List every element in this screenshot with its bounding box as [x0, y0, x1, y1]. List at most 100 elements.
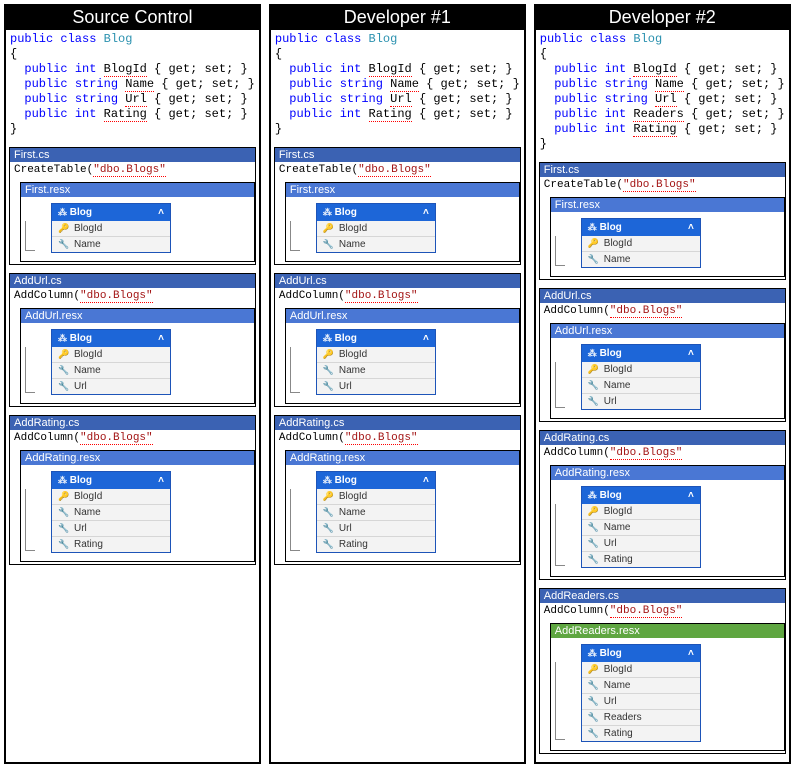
migration-resx-file: AddRating.resx⁂ Blog˄🔑BlogId🔧Name🔧Url🔧Ra…	[550, 465, 785, 577]
file-body: CreateTable("dbo.Blogs"	[275, 162, 520, 180]
file-titlebar: AddRating.resx	[21, 451, 254, 465]
column-name: BlogId	[604, 506, 632, 517]
code-block: public class Blog { public int BlogId { …	[271, 30, 524, 143]
file-titlebar: AddUrl.resx	[286, 309, 519, 323]
entity-name: Blog	[600, 648, 622, 659]
column-header: Developer #1	[271, 6, 524, 30]
wrench-icon: 🔧	[323, 365, 333, 376]
key-icon: 🔑	[58, 223, 68, 234]
resx-body: ⁂ Blog ˄ 🔑BlogId🔧Name🔧Url🔧Readers🔧Rating	[551, 638, 784, 750]
entity-body: 🔑BlogId🔧Name🔧Url	[52, 347, 170, 394]
column-name: Name	[74, 507, 101, 518]
migration-cs-file: AddUrl.csAddColumn("dbo.Blogs"AddUrl.res…	[274, 273, 521, 407]
chevron-up-icon: ˄	[158, 333, 164, 344]
wrench-icon: 🔧	[323, 539, 333, 550]
file-body: AddColumn("dbo.Blogs"	[275, 288, 520, 306]
entity-column-row: 🔧Name	[582, 677, 700, 693]
key-icon: 🔑	[58, 491, 68, 502]
file-body: AddColumn("dbo.Blogs"	[540, 445, 785, 463]
file-titlebar: First.resx	[286, 183, 519, 197]
key-icon: 🔑	[588, 238, 598, 249]
migration-resx-file: AddUrl.resx⁂ Blog˄🔑BlogId🔧Name🔧Url	[285, 308, 520, 404]
tree-connector	[290, 347, 300, 393]
entity-name: Blog	[600, 490, 622, 501]
entity-header: ⁂ Blog˄	[582, 219, 700, 236]
chevron-up-icon: ˄	[688, 348, 694, 359]
entity-column-row: 🔑BlogId	[52, 221, 170, 236]
entity-header: ⁂ Blog˄	[317, 472, 435, 489]
column-name: Name	[604, 380, 631, 391]
entity-table: ⁂ Blog ˄ 🔑BlogId🔧Name🔧Url🔧Readers🔧Rating	[581, 644, 701, 742]
key-icon: 🔑	[58, 349, 68, 360]
migration-cs-file: AddRating.csAddColumn("dbo.Blogs"AddRati…	[274, 415, 521, 565]
file-titlebar: AddUrl.resx	[551, 324, 784, 338]
chevron-up-icon: ˄	[688, 648, 694, 659]
column-name: BlogId	[339, 349, 367, 360]
entity-icon: ⁂	[588, 648, 597, 658]
column: Developer #1public class Blog { public i…	[269, 4, 526, 764]
entity-table: ⁂ Blog˄🔑BlogId🔧Name🔧Url🔧Rating	[581, 486, 701, 568]
entity-body: 🔑BlogId🔧Name🔧Url🔧Readers🔧Rating	[582, 662, 700, 741]
wrench-icon: 🔧	[588, 554, 598, 565]
migration-resx-file: AddRating.resx⁂ Blog˄🔑BlogId🔧Name🔧Url🔧Ra…	[20, 450, 255, 562]
column-name: Name	[339, 239, 366, 250]
migration-resx-file: First.resx⁂ Blog˄🔑BlogId🔧Name	[550, 197, 785, 277]
resx-body: ⁂ Blog˄🔑BlogId🔧Name	[551, 212, 784, 276]
chevron-up-icon: ˄	[688, 490, 694, 501]
migration-resx-file: AddRating.resx⁂ Blog˄🔑BlogId🔧Name🔧Url🔧Ra…	[285, 450, 520, 562]
entity-column-row: 🔑BlogId	[317, 347, 435, 362]
entity-icon: ⁂	[588, 490, 597, 500]
code-block: public class Blog { public int BlogId { …	[6, 30, 259, 143]
wrench-icon: 🔧	[323, 381, 333, 392]
entity-header: ⁂ Blog˄	[52, 472, 170, 489]
entity-name: Blog	[70, 475, 92, 486]
column-name: Rating	[74, 539, 103, 550]
entity-body: 🔑BlogId🔧Name🔧Url	[317, 347, 435, 394]
entity-table: ⁂ Blog˄🔑BlogId🔧Name	[51, 203, 171, 253]
entity-column-row: 🔧Readers	[582, 709, 700, 725]
entity-icon: ⁂	[588, 222, 597, 232]
migration-resx-file: AddUrl.resx⁂ Blog˄🔑BlogId🔧Name🔧Url	[20, 308, 255, 404]
file-body: AddColumn("dbo.Blogs"	[540, 603, 785, 621]
entity-column-row: 🔑BlogId	[582, 662, 700, 677]
migration-cs-file: AddRating.csAddColumn("dbo.Blogs"AddRati…	[9, 415, 256, 565]
wrench-icon: 🔧	[58, 507, 68, 518]
file-titlebar: AddRating.cs	[10, 416, 255, 430]
tree-connector	[555, 662, 565, 740]
entity-icon: ⁂	[588, 348, 597, 358]
key-icon: 🔑	[588, 506, 598, 517]
entity-name: Blog	[335, 207, 357, 218]
wrench-icon: 🔧	[58, 523, 68, 534]
key-icon: 🔑	[588, 364, 598, 375]
column-name: BlogId	[339, 491, 367, 502]
entity-column-row: 🔧Name	[317, 504, 435, 520]
entity-column-row: 🔧Rating	[582, 551, 700, 567]
entity-column-row: 🔧Name	[52, 236, 170, 252]
migration-resx-file: AddUrl.resx⁂ Blog˄🔑BlogId🔧Name🔧Url	[550, 323, 785, 419]
entity-body: 🔑BlogId🔧Name	[317, 221, 435, 252]
column-header: Developer #2	[536, 6, 789, 30]
entity-header: ⁂ Blog˄	[52, 330, 170, 347]
file-titlebar: AddReaders.resx	[551, 624, 784, 638]
entity-column-row: 🔧Name	[582, 519, 700, 535]
entity-icon: ⁂	[323, 207, 332, 217]
entity-column-row: 🔧Url	[52, 378, 170, 394]
entity-header: ⁂ Blog ˄	[582, 645, 700, 662]
file-titlebar: First.cs	[10, 148, 255, 162]
chevron-up-icon: ˄	[688, 222, 694, 233]
entity-column-row: 🔑BlogId	[582, 362, 700, 377]
migration-cs-file: AddRating.csAddColumn("dbo.Blogs"AddRati…	[539, 430, 786, 580]
entity-column-row: 🔧 Name	[52, 504, 170, 520]
entity-table: ⁂ Blog˄🔑BlogId🔧Name	[316, 203, 436, 253]
resx-body: ⁂ Blog˄🔑BlogId🔧Name🔧Url	[551, 338, 784, 418]
entity-column-row: 🔑 BlogId	[582, 504, 700, 519]
entity-column-row: 🔑BlogId	[317, 221, 435, 236]
entity-icon: ⁂	[58, 207, 67, 217]
chevron-up-icon: ˄	[158, 207, 164, 218]
column-name: Name	[604, 522, 631, 533]
entity-column-row: 🔧Url	[582, 693, 700, 709]
entity-name: Blog	[335, 333, 357, 344]
column-name: Url	[339, 523, 352, 534]
entity-icon: ⁂	[58, 333, 67, 343]
entity-column-row: 🔧Rating	[317, 536, 435, 552]
